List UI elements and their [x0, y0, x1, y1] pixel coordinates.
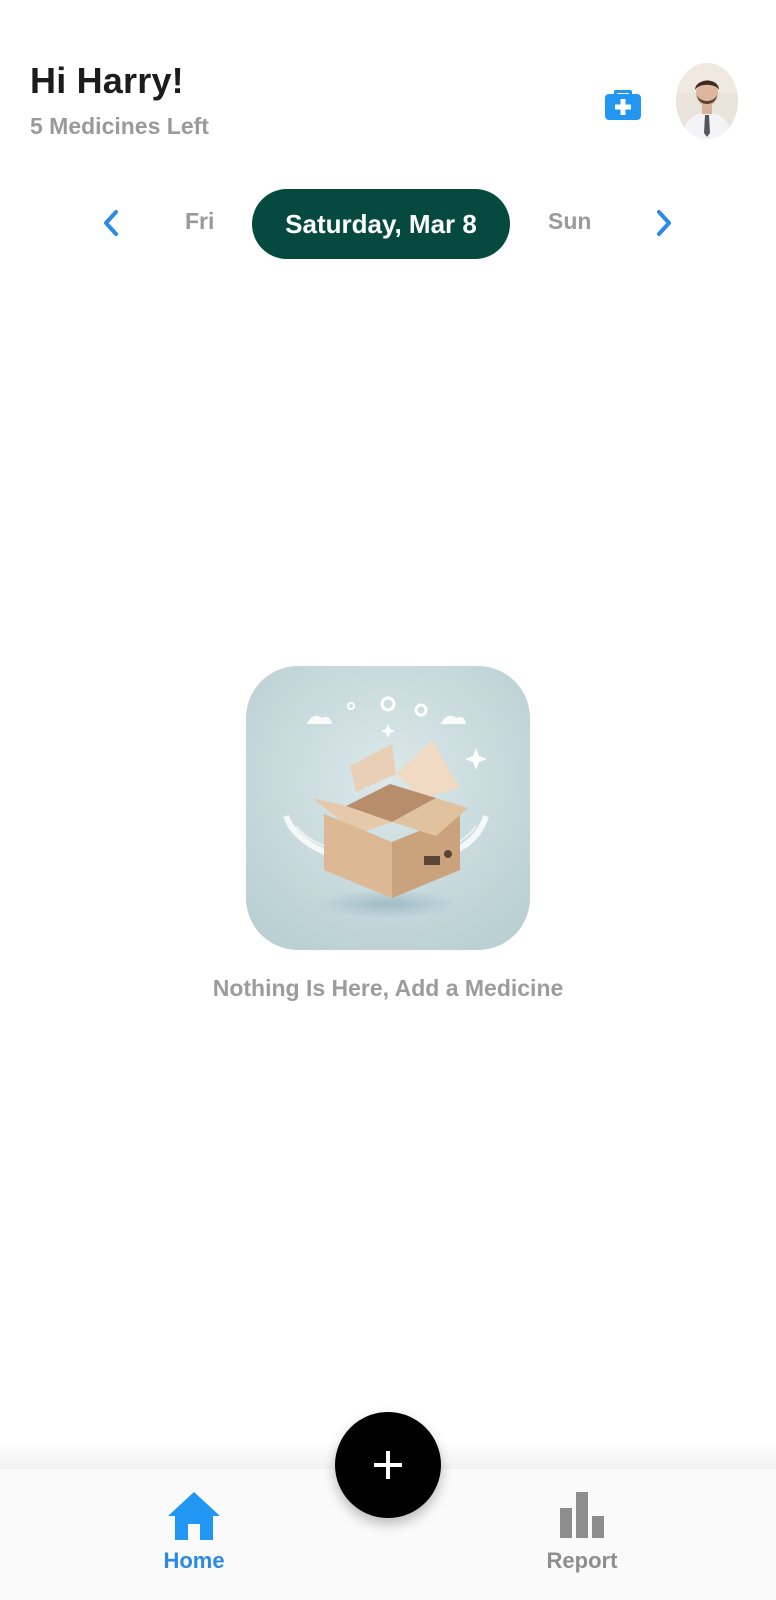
next-day[interactable]: Sun — [548, 208, 591, 235]
nav-label-report: Report — [546, 1548, 618, 1573]
home-screen: Hi Harry! 5 Medicines Left Fri Saturday,… — [0, 0, 776, 1600]
nav-label-home: Home — [163, 1548, 225, 1573]
chevron-left-icon[interactable] — [97, 206, 127, 240]
medical-kit-icon[interactable] — [603, 82, 643, 122]
add-medicine-button[interactable] — [335, 1412, 441, 1518]
previous-day[interactable]: Fri — [185, 208, 214, 235]
open-box-illustration — [246, 666, 530, 950]
medicines-left-count: 5 Medicines Left — [30, 113, 209, 139]
selected-date[interactable]: Saturday, Mar 8 — [252, 189, 510, 259]
nav-item-report[interactable]: Report — [502, 1490, 662, 1574]
nav-item-home[interactable]: Home — [114, 1490, 274, 1574]
chevron-right-icon[interactable] — [648, 206, 678, 240]
empty-state-message: Nothing Is Here, Add a Medicine — [212, 975, 564, 1001]
user-avatar[interactable] — [676, 63, 738, 139]
greeting-title: Hi Harry! — [30, 60, 184, 101]
plus-icon — [374, 1451, 402, 1479]
home-icon — [168, 1492, 220, 1540]
bar-chart-icon — [560, 1492, 604, 1538]
selected-date-label: Saturday, Mar 8 — [285, 208, 477, 239]
